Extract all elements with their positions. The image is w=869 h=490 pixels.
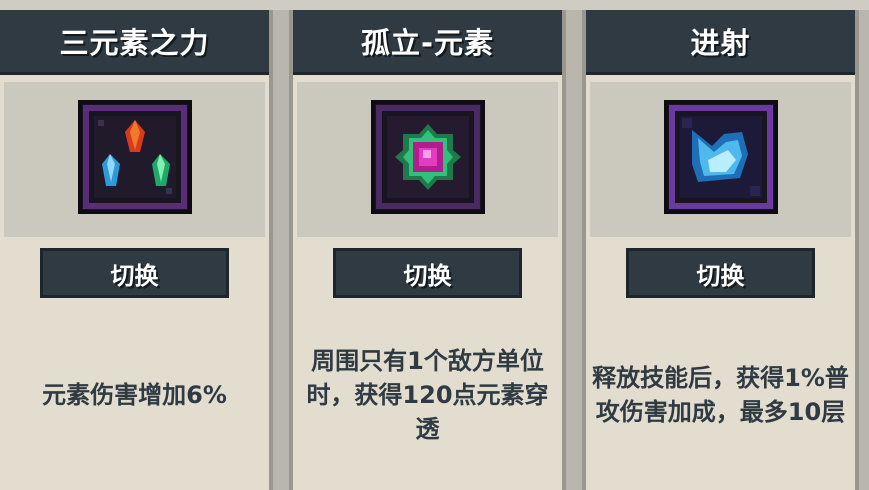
card-description: 元素伤害增加6% <box>42 381 227 409</box>
card-title: 三元素之力 <box>59 26 210 60</box>
switch-button[interactable]: 切换 <box>626 248 815 298</box>
switch-button-label: 切换 <box>403 261 452 290</box>
talent-card-three-elements[interactable]: 三元素之力 切换 元素伤害增加6% <box>0 10 273 490</box>
icon-area <box>297 82 558 237</box>
top-strip <box>0 0 869 10</box>
switch-button-label: 切换 <box>696 261 745 290</box>
card-description: 周围只有1个敌方单位时，获得120点元素穿透 <box>306 347 549 443</box>
icon-area <box>4 82 265 237</box>
isolated-element-orb-icon <box>370 100 485 214</box>
card-title: 进射 <box>690 26 751 60</box>
switch-button-label: 切换 <box>110 261 159 290</box>
icon-area <box>590 82 851 237</box>
card-header: 进射 <box>586 10 855 75</box>
talent-card-isolated-element[interactable]: 孤立-元素 切换 周围只有1个敌方单位时，获得120点元素穿透 <box>289 10 566 490</box>
talent-card-ricochet[interactable]: 进射 切换 释放技能后，获得1%普攻伤害加成，最多10层 <box>582 10 859 490</box>
three-element-crystals-icon <box>77 100 192 214</box>
card-title: 孤立-元素 <box>360 26 495 60</box>
card-description: 释放技能后，获得1%普攻伤害加成，最多10层 <box>592 364 849 426</box>
ricochet-shard-icon <box>663 100 778 214</box>
switch-button[interactable]: 切换 <box>333 248 522 298</box>
card-header: 三元素之力 <box>0 10 269 75</box>
card-header: 孤立-元素 <box>293 10 562 75</box>
switch-button[interactable]: 切换 <box>40 248 229 298</box>
